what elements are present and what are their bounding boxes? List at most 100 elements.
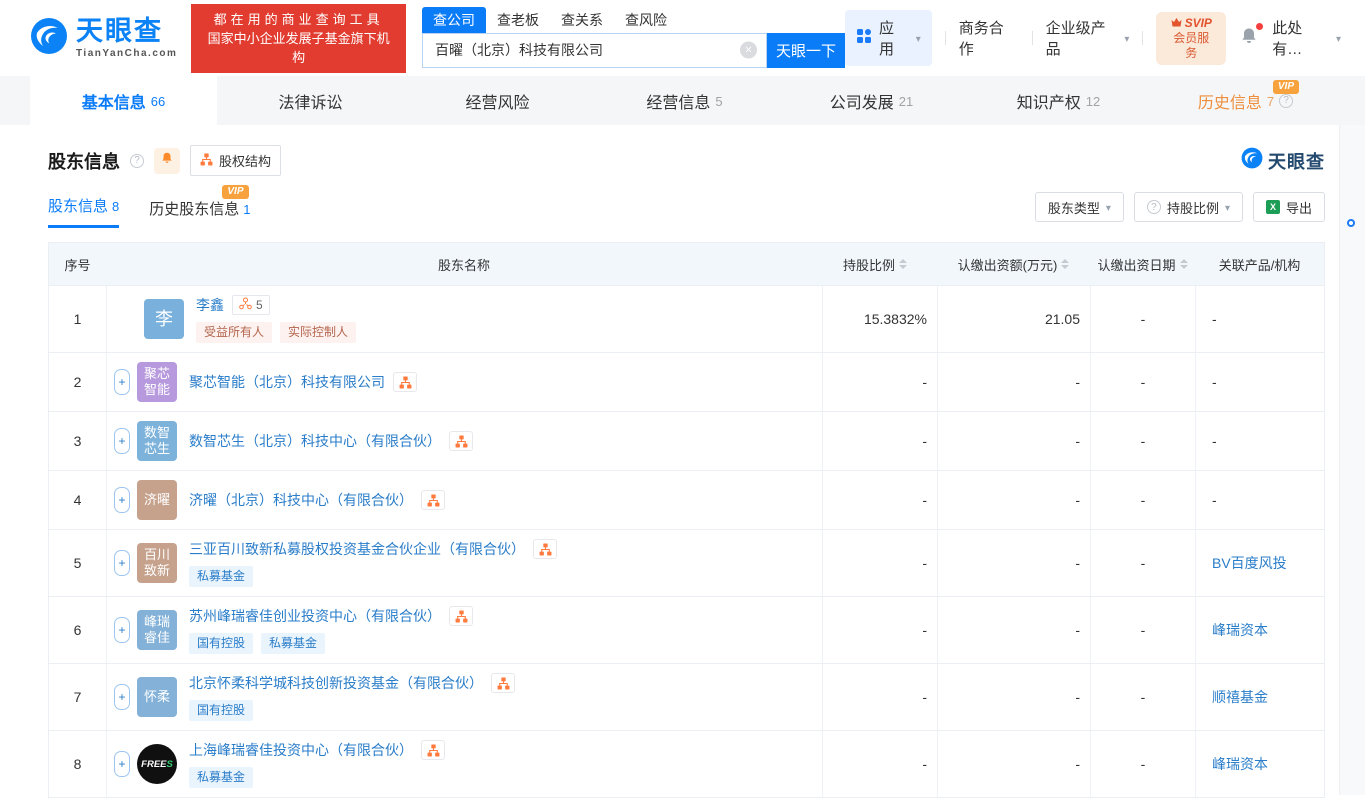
expand-row-button[interactable]: + xyxy=(114,617,130,643)
avatar[interactable]: 百川致新 xyxy=(137,543,177,583)
amount-cell: - xyxy=(937,530,1090,596)
watermark-logo: 天眼查 xyxy=(1241,147,1325,174)
expand-row-button[interactable]: + xyxy=(114,487,130,513)
related-product-link[interactable]: 峰瑞资本 xyxy=(1212,620,1268,640)
subscribe-bell-button[interactable] xyxy=(154,148,180,174)
ratio-cell: - xyxy=(822,664,937,730)
search-tab-company[interactable]: 查公司 xyxy=(422,7,486,33)
tag-private-fund: 私募基金 xyxy=(189,566,253,587)
shareholder-name-link[interactable]: 北京怀柔科学城科技创新投资基金（有限合伙） xyxy=(189,673,483,693)
scroll-anchor-dot[interactable] xyxy=(1347,219,1355,227)
sort-icon[interactable] xyxy=(1061,259,1069,269)
shareholder-name-link[interactable]: 济曜（北京）科技中心（有限合伙） xyxy=(189,490,413,510)
chevron-down-icon: ▾ xyxy=(916,34,921,45)
equity-chart-icon-button[interactable] xyxy=(533,539,557,559)
tab-intellectual-property[interactable]: 知识产权12 xyxy=(965,76,1152,125)
search-button[interactable]: 天眼一下 xyxy=(767,33,845,68)
equity-structure-button[interactable]: 股权结构 xyxy=(190,145,281,176)
notifications-bell[interactable] xyxy=(1239,26,1259,50)
table-header-row: 序号 股东名称 持股比例 认缴出资额(万元) 认缴出资日期 关联产品/机构 xyxy=(49,243,1324,285)
help-icon[interactable]: ? xyxy=(130,154,144,168)
avatar[interactable]: 怀柔 xyxy=(137,677,177,717)
help-icon: ? xyxy=(1147,200,1161,214)
page-scrollbar-rail[interactable] xyxy=(1339,125,1365,795)
search-input[interactable] xyxy=(423,34,766,67)
excel-icon: X xyxy=(1266,200,1280,214)
search-tab-boss[interactable]: 查老板 xyxy=(486,7,550,33)
subtab-shareholders[interactable]: 股东信息8 xyxy=(48,195,119,228)
tab-basic-info[interactable]: 基本信息66 xyxy=(30,76,217,125)
clear-icon[interactable]: × xyxy=(740,42,757,59)
avatar[interactable]: 峰瑞睿佳 xyxy=(137,610,177,650)
date-cell: - xyxy=(1090,597,1195,663)
tag-private-fund: 私募基金 xyxy=(261,633,325,654)
equity-chart-icon-button[interactable] xyxy=(449,606,473,626)
subtab-history-shareholders[interactable]: VIP 历史股东信息1 xyxy=(149,198,250,228)
chevron-down-icon: ▾ xyxy=(1106,203,1111,214)
shareholder-section: 股东信息 ? 股权结构 天眼查 股东信息8 VIP 历史股东信息1 xyxy=(0,125,1325,798)
expand-row-button[interactable]: + xyxy=(114,684,130,710)
row-index: 5 xyxy=(49,530,106,596)
row-index: 2 xyxy=(49,353,106,411)
tab-company-development[interactable]: 公司发展21 xyxy=(778,76,965,125)
help-icon[interactable]: ? xyxy=(1279,94,1293,108)
search-input-wrap: × xyxy=(422,33,767,68)
expand-row-button[interactable]: + xyxy=(114,550,130,576)
nav-cooperation[interactable]: 商务合作 xyxy=(959,17,1019,59)
table-row: 6 + 峰瑞睿佳 苏州峰瑞睿佳创业投资中心（有限合伙） 国有控股 私募基金 - … xyxy=(49,596,1324,663)
equity-chart-icon-button[interactable] xyxy=(421,740,445,760)
shareholder-name-link[interactable]: 苏州峰瑞睿佳创业投资中心（有限合伙） xyxy=(189,606,441,626)
export-button[interactable]: X 导出 xyxy=(1253,192,1325,222)
avatar[interactable]: 李 xyxy=(144,299,184,339)
ratio-filter[interactable]: ? 持股比例 ▾ xyxy=(1134,192,1243,222)
ratio-cell: - xyxy=(822,471,937,529)
equity-chart-icon-button[interactable] xyxy=(421,490,445,510)
row-index: 6 xyxy=(49,597,106,663)
tab-history-info[interactable]: VIP 历史信息7 ? xyxy=(1152,76,1339,125)
promo-line-2: 国家中小企业发展子基金旗下机构 xyxy=(201,29,396,67)
col-subscribed-amount[interactable]: 认缴出资额(万元) xyxy=(937,243,1090,285)
expand-row-button[interactable]: + xyxy=(114,428,130,454)
frees-logo-avatar[interactable]: FREES xyxy=(137,744,177,784)
related-product-link[interactable]: BV百度风投 xyxy=(1212,553,1287,573)
nav-enterprise[interactable]: 企业级产品 ▾ xyxy=(1046,17,1130,59)
vip-badge: VIP xyxy=(1273,80,1299,94)
search-tab-risk[interactable]: 查风险 xyxy=(614,7,678,33)
equity-chart-icon-button[interactable] xyxy=(491,673,515,693)
search-tab-relation[interactable]: 查关系 xyxy=(550,7,614,33)
sort-icon[interactable] xyxy=(899,259,907,269)
divider xyxy=(1142,31,1143,45)
apps-menu[interactable]: 应用 ▾ xyxy=(845,10,932,66)
col-subscribed-date[interactable]: 认缴出资日期 xyxy=(1090,243,1195,285)
tab-operation-info[interactable]: 经营信息5 xyxy=(591,76,778,125)
related-cell: - xyxy=(1195,471,1324,529)
avatar[interactable]: 聚芯智能 xyxy=(137,362,177,402)
section-title: 股东信息 xyxy=(48,148,120,174)
related-cell: - xyxy=(1195,412,1324,470)
expand-row-button[interactable]: + xyxy=(114,369,130,395)
table-row: 7 + 怀柔 北京怀柔科学城科技创新投资基金（有限合伙） 国有控股 - - - … xyxy=(49,663,1324,730)
ratio-cell: - xyxy=(822,731,937,797)
shareholder-type-filter[interactable]: 股东类型 ▾ xyxy=(1035,192,1124,222)
date-cell: - xyxy=(1090,286,1195,352)
tab-operation-risk[interactable]: 经营风险 xyxy=(404,76,591,125)
avatar[interactable]: 数智芯生 xyxy=(137,421,177,461)
related-product-link[interactable]: 峰瑞资本 xyxy=(1212,754,1268,774)
shareholder-name-link[interactable]: 李鑫 xyxy=(196,295,224,315)
avatar[interactable]: 济曜 xyxy=(137,480,177,520)
shareholder-name-link[interactable]: 数智芯生（北京）科技中心（有限合伙） xyxy=(189,431,441,451)
equity-chart-icon-button[interactable] xyxy=(393,372,417,392)
tab-legal[interactable]: 法律诉讼 xyxy=(217,76,404,125)
relation-count-badge[interactable]: 5 xyxy=(232,295,270,315)
expand-row-button[interactable]: + xyxy=(114,751,130,777)
col-ratio[interactable]: 持股比例 xyxy=(822,243,937,285)
shareholder-name-link[interactable]: 三亚百川致新私募股权投资基金合伙企业（有限合伙） xyxy=(189,539,525,559)
tianyancha-logo[interactable]: 天眼查 TianYanCha.com xyxy=(30,17,177,60)
related-product-link[interactable]: 顺禧基金 xyxy=(1212,687,1268,707)
sort-icon[interactable] xyxy=(1180,259,1188,269)
equity-chart-icon-button[interactable] xyxy=(449,431,473,451)
shareholder-name-link[interactable]: 聚芯智能（北京）科技有限公司 xyxy=(189,372,385,392)
svip-membership-button[interactable]: SVIP 会员服务 xyxy=(1156,12,1226,65)
shareholder-name-link[interactable]: 上海峰瑞睿佳投资中心（有限合伙） xyxy=(189,740,413,760)
user-menu[interactable]: 此处有… ▾ xyxy=(1272,17,1341,59)
